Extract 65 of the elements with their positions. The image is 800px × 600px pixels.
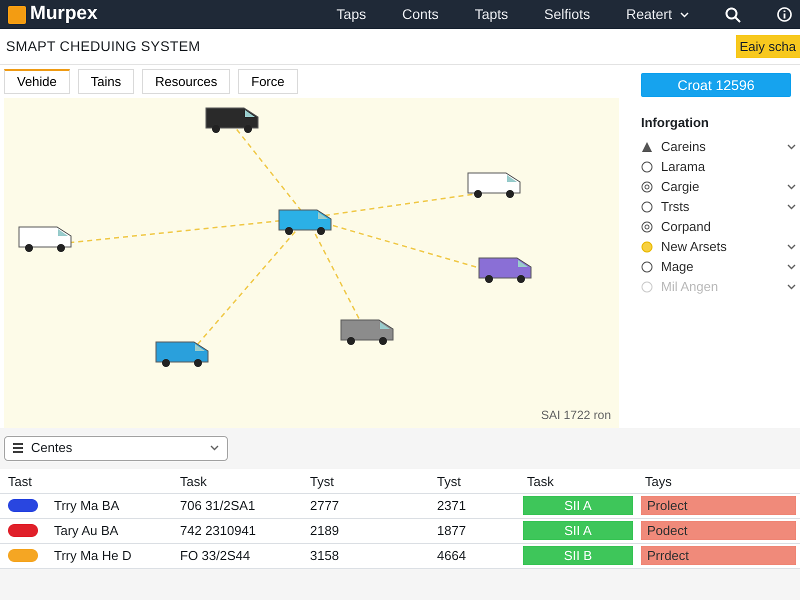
table-cell: 4664 [429, 544, 519, 568]
table-cell: 2189 [302, 518, 429, 544]
ring-icon [641, 260, 653, 272]
search-icon[interactable] [725, 6, 741, 22]
table-cell: 2777 [302, 494, 429, 518]
sidebar-item[interactable]: Larama [641, 156, 796, 176]
van-icon[interactable] [156, 341, 208, 366]
tab[interactable]: Force [238, 69, 298, 94]
nav-link[interactable]: Taps [336, 4, 366, 25]
list-icon [13, 443, 23, 453]
nav-link[interactable]: Tapts [474, 4, 508, 25]
nav-link[interactable]: Conts [402, 4, 439, 25]
van-icon[interactable] [478, 257, 532, 282]
column-header: Tyst [302, 468, 429, 494]
tab[interactable]: Tains [78, 69, 134, 94]
table-cell: 1877 [429, 518, 519, 544]
tab[interactable]: Resources [142, 69, 230, 94]
target-icon [641, 180, 653, 192]
ring-icon [641, 280, 653, 292]
sidebar-item[interactable]: Trsts [641, 196, 796, 216]
map-caption: SAI 1722 ron [540, 406, 611, 424]
table-cell-text: Trry Ma BA [54, 497, 120, 515]
brand-name: Murpex [30, 2, 98, 26]
status-pill: SII A [523, 496, 633, 515]
logo-icon [8, 6, 26, 24]
type-tag: Podect [641, 521, 796, 540]
type-tag: Prolect [641, 496, 796, 515]
tab[interactable]: Vehide [4, 69, 70, 94]
chevron-icon [210, 445, 219, 451]
table-cell: 2371 [429, 494, 519, 518]
status-badge: Eaiy scha [736, 34, 800, 58]
sidebar-item[interactable]: New Arsets [641, 236, 796, 256]
type-tag: Prrdect [641, 546, 796, 565]
column-header: Tast [0, 468, 172, 494]
sidebar-item[interactable]: Careins [641, 136, 796, 156]
filter-select[interactable]: Centes [4, 436, 228, 460]
van-icon[interactable] [206, 107, 258, 132]
column-header: Tyst [429, 468, 519, 494]
dot-icon [641, 240, 653, 252]
ring-icon [641, 160, 653, 172]
status-pill: SII A [523, 521, 633, 540]
target-icon [641, 220, 653, 232]
page-title: SMAPT CHEDUING SYSTEM [6, 37, 200, 56]
table-cell: 742 2310941 [172, 518, 302, 544]
sidebar-item[interactable]: Cargie [641, 176, 796, 196]
table-cell-text: Trry Ma He D [54, 547, 132, 565]
status-pill: SII B [523, 546, 633, 565]
column-header: Tays [637, 468, 800, 494]
sidebar-item[interactable]: Corpand [641, 216, 796, 236]
table-cell: 706 31/2SA1 [172, 494, 302, 518]
sidebar-item[interactable]: Mage [641, 256, 796, 276]
van-icon[interactable] [18, 226, 72, 252]
van-icon[interactable] [340, 319, 394, 344]
van-icon[interactable] [468, 172, 520, 198]
info-icon[interactable] [777, 7, 792, 22]
ring-icon [641, 200, 653, 212]
table-cell: FO 33/2S44 [172, 544, 302, 568]
table-cell: 3158 [302, 544, 429, 568]
van-icon[interactable] [278, 209, 332, 234]
nav-link[interactable]: Reatert [626, 4, 672, 25]
nav-link[interactable]: Selfiots [544, 4, 590, 25]
sidebar-title: Inforgation [641, 114, 710, 132]
column-header: Task [172, 468, 302, 494]
table-cell-text: Tary Au BA [54, 522, 118, 540]
column-header: Task [519, 468, 637, 494]
